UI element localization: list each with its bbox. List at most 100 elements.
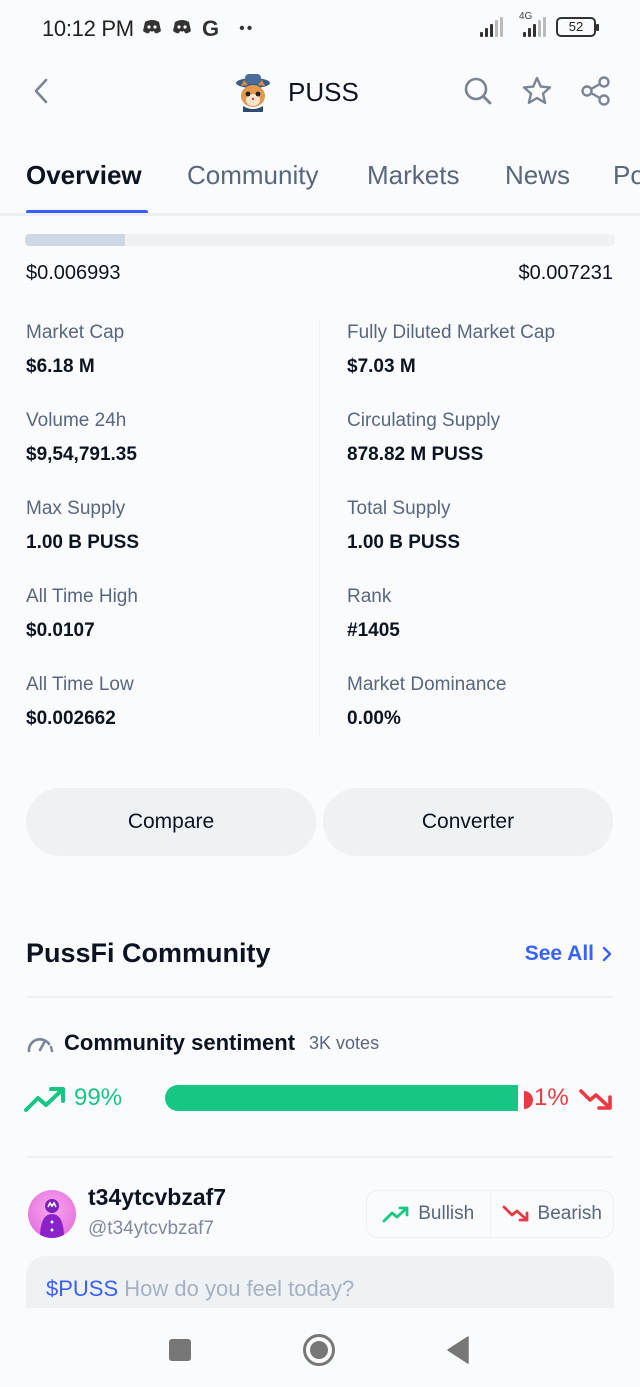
bearish-bar (524, 1091, 533, 1109)
converter-button[interactable]: Converter (323, 788, 613, 856)
tab-news[interactable]: News (505, 160, 570, 191)
tab-community[interactable]: Community (187, 160, 318, 191)
stat-all-time-high: All Time High $0.0107 (26, 586, 316, 642)
recents-icon (169, 1339, 191, 1361)
home-button[interactable] (301, 1332, 337, 1368)
see-all-link[interactable]: See All (525, 942, 612, 966)
stat-value: #1405 (347, 620, 400, 641)
stat-label: Circulating Supply (347, 410, 501, 431)
bullish-label: Bullish (418, 1203, 475, 1224)
status-indicators: 4G 52 (480, 11, 599, 37)
avatar[interactable] (28, 1190, 76, 1238)
status-bar: 10:12 PM G •• 4G 52 (0, 0, 640, 58)
recents-button[interactable] (162, 1332, 198, 1368)
tab-bar: Overview Community Markets News Portfoli… (0, 148, 640, 216)
stat-rank: Rank #1405 (347, 586, 637, 642)
share-button[interactable] (579, 74, 613, 108)
stats-grid: Market Cap $6.18 M Volume 24h $9,54,791.… (0, 318, 640, 738)
stat-value: $0.002662 (26, 708, 116, 729)
tab-portfolio[interactable]: Portfolio (613, 160, 640, 191)
stat-label: Rank (347, 586, 392, 607)
star-icon (522, 76, 552, 104)
gauge-icon (27, 1038, 54, 1053)
user-handle: @t34ytcvbzaf7 (88, 1218, 214, 1239)
notification-icons: G •• (142, 16, 254, 42)
search-button[interactable] (461, 74, 495, 108)
system-back-button[interactable] (440, 1332, 476, 1368)
stat-label: Market Cap (26, 322, 125, 343)
stat-value: $0.0107 (26, 620, 95, 641)
sentiment-votes: 3K votes (309, 1032, 380, 1053)
stat-value: 0.00% (347, 708, 401, 729)
bearish-button[interactable]: Bearish (489, 1191, 614, 1237)
stats-divider (319, 320, 320, 736)
tab-markets[interactable]: Markets (367, 160, 459, 191)
stat-market-cap: Market Cap $6.18 M (26, 322, 316, 378)
range-low-price: $0.006993 (26, 262, 121, 284)
sentiment-title: Community sentiment (64, 1030, 296, 1055)
stat-volume-24h: Volume 24h $9,54,791.35 (26, 410, 316, 466)
system-nav-bar (0, 1308, 640, 1387)
stat-value: $9,54,791.35 (26, 444, 137, 465)
watchlist-button[interactable] (520, 74, 554, 108)
active-tab-indicator (26, 210, 148, 213)
stat-value: $7.03 M (347, 356, 416, 377)
stat-circulating-supply: Circulating Supply 878.82 M PUSS (347, 410, 637, 466)
battery-level: 52 (568, 19, 584, 34)
post-input[interactable]: $PUSS How do you feel today? (26, 1256, 614, 1316)
stat-total-supply: Total Supply 1.00 B PUSS (347, 498, 637, 554)
share-icon (581, 76, 610, 106)
status-time: 10:12 PM (42, 16, 134, 41)
community-title: PussFi Community (26, 938, 271, 968)
stat-label: Total Supply (347, 498, 451, 519)
trend-down-icon (502, 1205, 528, 1222)
section-divider (26, 996, 614, 998)
trend-up-icon (382, 1206, 409, 1223)
network-icon: 4G (513, 11, 546, 37)
stat-label: Max Supply (26, 498, 126, 519)
stat-label: Fully Diluted Market Cap (347, 322, 556, 343)
stat-value: $6.18 M (26, 356, 95, 377)
price-range-bar (25, 234, 615, 246)
bullish-percent: 99% (74, 1084, 123, 1111)
sentiment-vote-toggle: Bullish Bearish (366, 1190, 614, 1238)
bullish-bar (165, 1085, 518, 1111)
back-icon (34, 78, 48, 104)
stat-label: Market Dominance (347, 674, 507, 695)
signal-icon (480, 17, 503, 37)
stat-all-time-low: All Time Low $0.002662 (26, 674, 316, 730)
battery-icon: 52 (556, 17, 599, 37)
discord-icon (142, 19, 162, 40)
post-placeholder: How do you feel today? (124, 1276, 355, 1301)
discord-icon (172, 19, 192, 40)
network-type: 4G (519, 11, 533, 22)
chevron-right-icon (602, 946, 612, 962)
stat-max-supply: Max Supply 1.00 B PUSS (26, 498, 316, 554)
range-high-price: $0.007231 (518, 262, 613, 284)
stat-label: All Time Low (26, 674, 134, 695)
coin-symbol: PUSS (288, 76, 359, 107)
stat-value: 1.00 B PUSS (26, 532, 139, 553)
bearish-percent: 1% (534, 1084, 569, 1111)
post-composer-user: t34ytcvbzaf7 @t34ytcvbzaf7 Bullish Beari… (28, 1184, 614, 1244)
ticker-tag: $PUSS (46, 1276, 119, 1301)
header: PUSS (0, 62, 640, 124)
compare-button[interactable]: Compare (26, 788, 316, 856)
section-divider (26, 1156, 614, 1158)
stat-label: Volume 24h (26, 410, 127, 431)
stat-value: 878.82 M PUSS (347, 444, 484, 465)
google-icon: G (202, 16, 220, 41)
search-icon (464, 77, 492, 105)
coin-title: PUSS (234, 70, 359, 114)
tab-overview[interactable]: Overview (26, 160, 142, 191)
bullish-button[interactable]: Bullish (367, 1191, 490, 1237)
sentiment-header: Community sentiment 3K votes (26, 1030, 379, 1056)
back-triangle-icon (447, 1336, 469, 1364)
coin-logo-icon (236, 74, 270, 112)
stat-value: 1.00 B PUSS (347, 532, 460, 553)
price-range-fill (25, 234, 126, 246)
username: t34ytcvbzaf7 (88, 1184, 227, 1210)
bearish-label: Bearish (537, 1203, 602, 1224)
stat-label: All Time High (26, 586, 138, 607)
back-button[interactable] (24, 74, 58, 108)
